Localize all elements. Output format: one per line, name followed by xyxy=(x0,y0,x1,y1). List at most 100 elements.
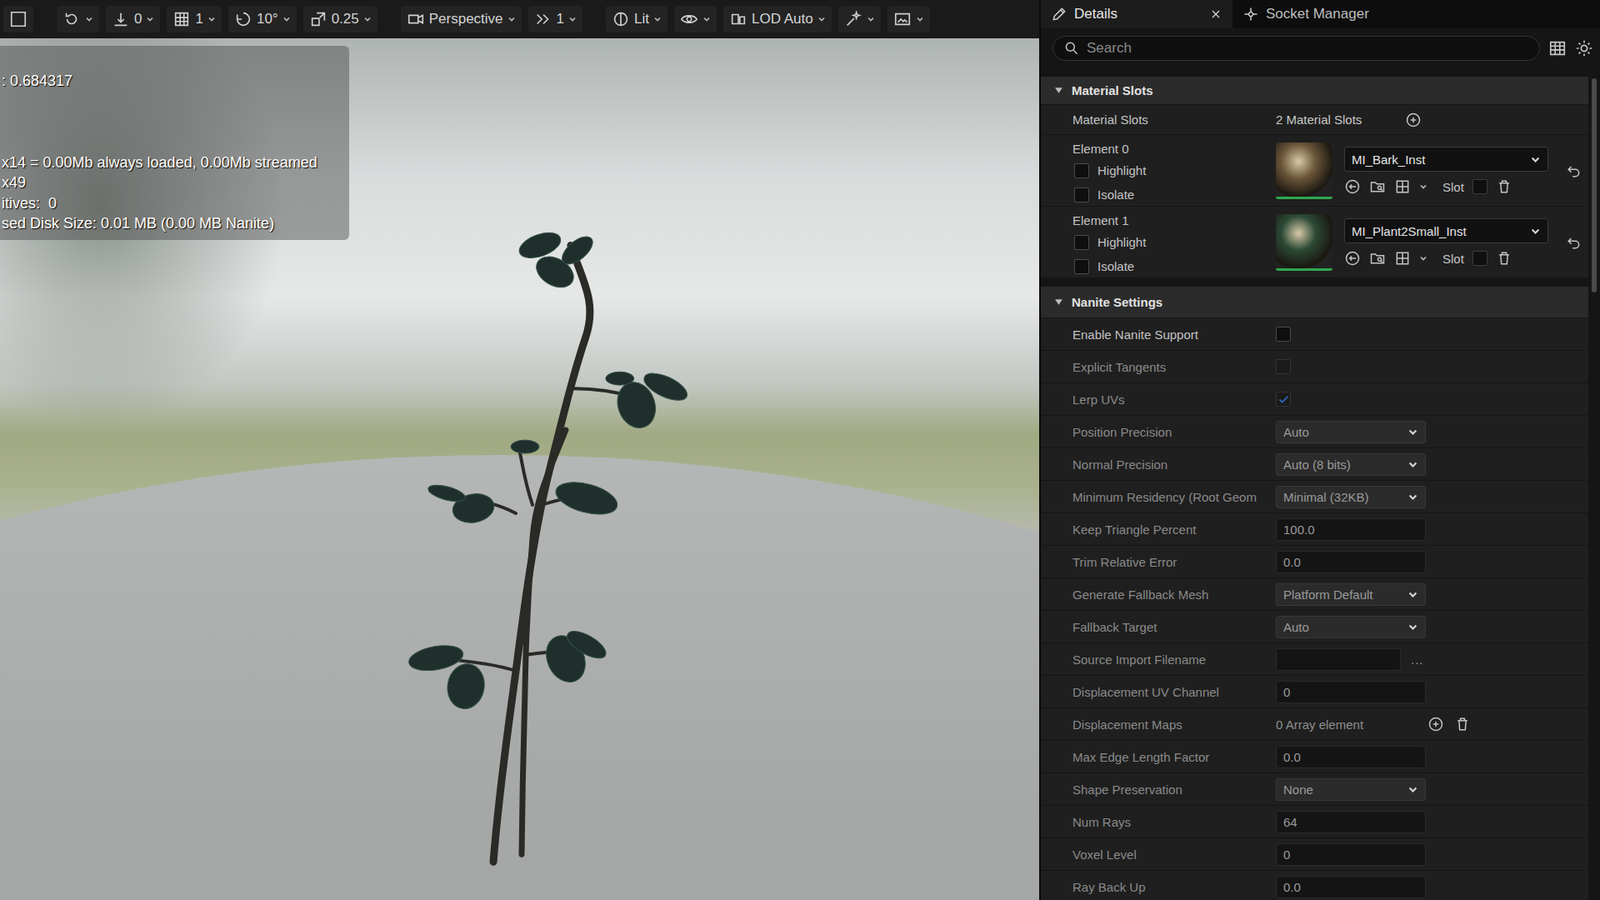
toolbar-button[interactable] xyxy=(56,5,100,33)
caret-icon xyxy=(1407,491,1419,503)
caret-icon[interactable] xyxy=(1419,182,1428,191)
toolbar-button[interactable] xyxy=(887,5,930,33)
caret-icon xyxy=(568,15,577,24)
material-element: Element 1 Highlight Isolate MI_Plant2Sma… xyxy=(1040,206,1589,279)
checkbox[interactable] xyxy=(1074,187,1090,203)
static-mesh-editor: 0 1 10° 0.25 Perspective 1 Lit LOD Auto … xyxy=(0,0,1600,900)
checkbox[interactable] xyxy=(1074,235,1090,250)
caret-icon xyxy=(866,15,875,24)
reset-icon[interactable] xyxy=(1565,234,1582,251)
caret-icon xyxy=(1530,154,1541,165)
caret-icon xyxy=(1407,621,1419,633)
material-thumbnail[interactable] xyxy=(1275,142,1333,200)
toolbar-button[interactable]: 1 xyxy=(166,5,221,33)
property-label: Displacement Maps xyxy=(1040,717,1276,732)
material-dropdown[interactable]: MI_Plant2Small_Inst xyxy=(1344,218,1549,244)
caret-icon[interactable] xyxy=(1419,254,1428,263)
property-row: Keep Triangle Percent 100.0 xyxy=(1040,513,1589,546)
slot-box[interactable] xyxy=(1472,250,1488,266)
property-label: Generate Fallback Mesh xyxy=(1040,587,1276,602)
panel-tab[interactable]: Details xyxy=(1040,0,1233,29)
toolbar-button[interactable]: Lit xyxy=(605,5,668,33)
property-label: Fallback Target xyxy=(1040,620,1276,635)
slot-label: Slot xyxy=(1442,251,1465,266)
property-label: Voxel Level xyxy=(1040,847,1276,862)
caret-icon xyxy=(363,15,372,24)
toolbar-label: 1 xyxy=(195,10,203,28)
checkbox[interactable] xyxy=(1275,326,1291,342)
toolbar-label: LOD Auto xyxy=(751,10,814,28)
property-label: Enable Nanite Support xyxy=(1040,327,1276,342)
material-element: Element 0 Highlight Isolate MI_Bark_Inst… xyxy=(1040,135,1589,207)
property-label: Explicit Tangents xyxy=(1040,360,1276,375)
gear-icon[interactable] xyxy=(1575,39,1594,58)
section-header[interactable]: Nanite Settings xyxy=(1040,286,1589,319)
eye-icon xyxy=(680,10,699,29)
close-icon[interactable] xyxy=(1209,7,1223,21)
toolbar-button[interactable]: Perspective xyxy=(400,5,522,33)
property-label: Source Import Filename xyxy=(1040,652,1276,667)
panel-tab[interactable]: Socket Manager xyxy=(1232,0,1380,29)
checkbox[interactable] xyxy=(1074,163,1090,179)
lit-icon xyxy=(611,10,630,29)
stat-line: : 0.684317 xyxy=(1,70,350,92)
checker-icon[interactable] xyxy=(1394,178,1411,195)
slot-box[interactable] xyxy=(1472,179,1488,195)
expand-icon xyxy=(1054,85,1064,95)
browse-icon[interactable] xyxy=(1369,250,1386,267)
toolbar-button[interactable] xyxy=(838,5,881,33)
viewport[interactable]: 0 1 10° 0.25 Perspective 1 Lit LOD Auto … xyxy=(0,0,1041,900)
trash-icon[interactable] xyxy=(1454,715,1471,733)
trash-icon[interactable] xyxy=(1495,178,1513,195)
material-dropdown[interactable]: MI_Bark_Inst xyxy=(1344,146,1549,172)
caret-icon xyxy=(1407,589,1419,600)
browse-icon[interactable] xyxy=(1369,178,1386,195)
search-row: Search xyxy=(1040,28,1600,69)
isolate-toggle[interactable]: Isolate xyxy=(1072,254,1276,279)
checker-icon[interactable] xyxy=(1394,250,1411,267)
toolbar-button[interactable]: 10° xyxy=(228,5,297,33)
toolbar-button[interactable]: 1 xyxy=(528,5,583,33)
scrollbar-thumb[interactable] xyxy=(1591,78,1597,293)
tab-label: Details xyxy=(1074,5,1118,23)
toolbar-button[interactable]: 0 xyxy=(105,5,160,33)
property-matrix-icon[interactable] xyxy=(1548,39,1567,58)
stat-line: itives: 0 xyxy=(1,193,350,215)
add-icon[interactable] xyxy=(1405,111,1422,129)
add-icon[interactable] xyxy=(1427,715,1445,733)
highlight-toggle[interactable]: Highlight xyxy=(1072,230,1276,255)
toolbar-button[interactable] xyxy=(674,5,717,33)
tab-bar: Details Socket Manager xyxy=(1040,0,1600,29)
slot-label: Slot xyxy=(1442,180,1465,195)
checkbox[interactable] xyxy=(1074,259,1090,275)
scrollbar[interactable] xyxy=(1588,76,1600,900)
toolbar-label: 0 xyxy=(134,10,142,28)
stat-line: x14 = 0.00Mb always loaded, 0.00Mb strea… xyxy=(1,152,350,174)
checkbox xyxy=(1275,391,1291,407)
caret-icon xyxy=(207,15,216,24)
use-selected-icon[interactable] xyxy=(1344,178,1361,195)
grid-icon xyxy=(172,10,191,29)
highlight-toggle[interactable]: Highlight xyxy=(1072,158,1276,183)
property-label: Minimum Residency (Root Geom xyxy=(1040,490,1276,505)
property-label: Shape Preservation xyxy=(1040,782,1276,797)
socket-icon xyxy=(1242,5,1260,23)
property-row: Voxel Level 0 xyxy=(1040,838,1589,871)
array-count: 0 Array element xyxy=(1275,717,1418,732)
trash-icon[interactable] xyxy=(1495,250,1513,267)
use-selected-icon[interactable] xyxy=(1344,250,1361,267)
search-field[interactable]: Search xyxy=(1052,35,1540,61)
number-field: 100.0 xyxy=(1275,518,1426,541)
isolate-toggle[interactable]: Isolate xyxy=(1072,182,1276,207)
material-thumbnail[interactable] xyxy=(1275,214,1333,271)
toolbar-button[interactable] xyxy=(3,5,34,33)
toolbar-label: 10° xyxy=(256,10,279,28)
toolbar-button[interactable]: 0.25 xyxy=(303,5,378,33)
scene-render[interactable]: : 0.684317 x14 = 0.00Mb always loaded, 0.… xyxy=(0,38,1040,900)
reset-icon[interactable] xyxy=(1565,162,1582,180)
toolbar-button[interactable]: LOD Auto xyxy=(723,5,832,33)
number-field: 0 xyxy=(1275,843,1426,866)
slot-count: 2 Material Slots xyxy=(1275,112,1362,127)
section-header[interactable]: Material Slots xyxy=(1040,76,1589,105)
property-label: Lerp UVs xyxy=(1040,392,1276,407)
